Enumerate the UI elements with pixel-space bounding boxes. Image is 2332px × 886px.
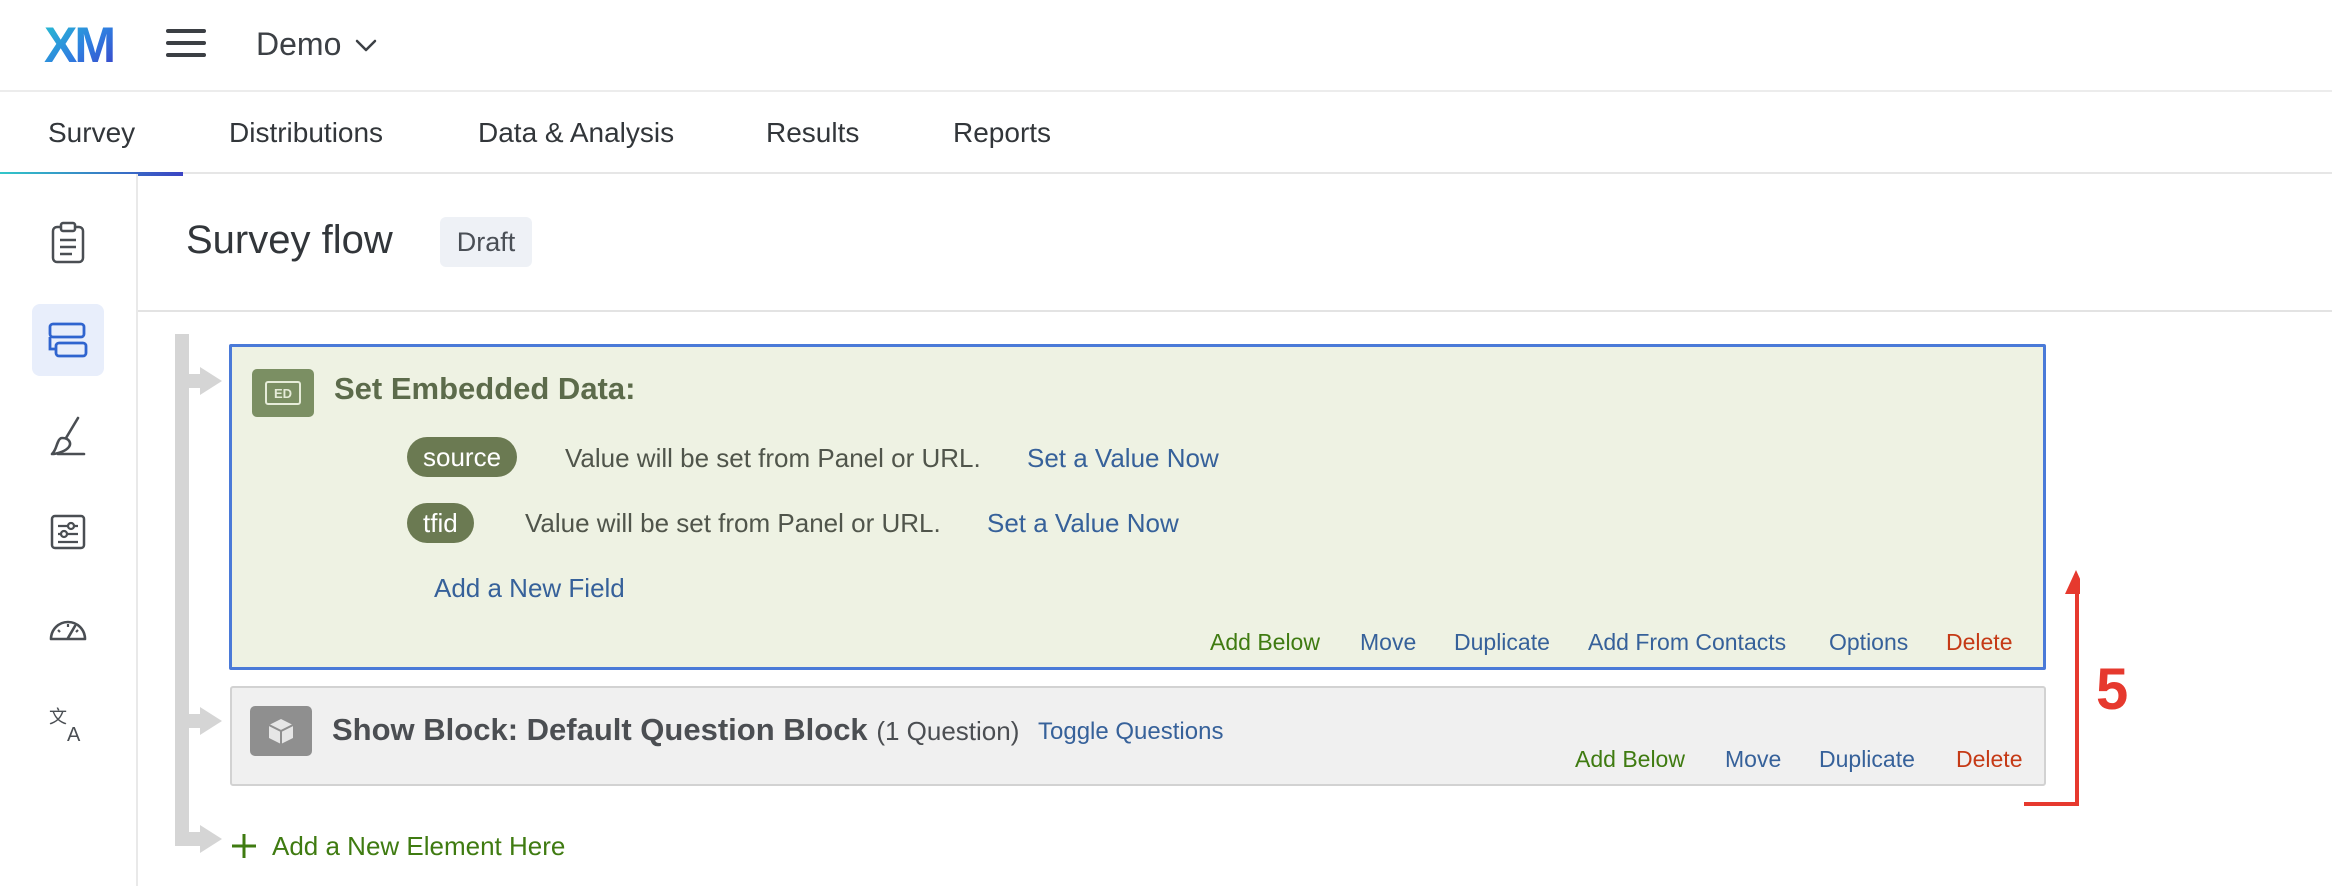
project-name: Demo <box>256 25 342 62</box>
flow-connector-line <box>175 334 189 846</box>
field-name-tfid[interactable]: tfid <box>407 503 474 543</box>
main-tabs: Survey Distributions Data & Analysis Res… <box>0 92 2332 176</box>
rail-survey-flow[interactable] <box>32 304 104 376</box>
show-block[interactable]: Show Block: Default Question Block (1 Qu… <box>230 686 2046 786</box>
add-new-element-label: Add a New Element Here <box>272 830 566 861</box>
cube-icon <box>250 706 312 756</box>
embedded-data-block[interactable]: ED Set Embedded Data: source Value will … <box>229 344 2046 670</box>
set-value-now-link[interactable]: Set a Value Now <box>1027 443 1219 474</box>
xm-logo[interactable]: XM <box>44 18 124 68</box>
set-value-now-link[interactable]: Set a Value Now <box>987 508 1179 539</box>
menu-icon[interactable] <box>166 27 208 59</box>
move-button[interactable]: Move <box>1360 629 1416 656</box>
survey-flow-icon <box>48 322 88 358</box>
add-below-button[interactable]: Add Below <box>1575 746 1685 773</box>
rail-look-and-feel[interactable] <box>32 400 104 472</box>
rail-translate[interactable]: 文 A <box>32 688 104 760</box>
tab-data-analysis[interactable]: Data & Analysis <box>478 92 674 174</box>
plus-icon <box>232 834 256 858</box>
embedded-data-icon: ED <box>252 369 314 417</box>
logo-text: XM <box>44 18 113 68</box>
paintbrush-icon <box>50 416 86 456</box>
top-bar: XM Demo <box>0 0 2332 92</box>
show-block-title: Show Block: Default Question Block (1 Qu… <box>332 712 1019 748</box>
status-badge: Draft <box>440 217 532 267</box>
field-name-source[interactable]: source <box>407 437 518 477</box>
options-button[interactable]: Options <box>1829 629 1908 656</box>
svg-text:A: A <box>67 724 81 745</box>
embedded-data-title: Set Embedded Data: <box>334 371 636 406</box>
add-new-element-button[interactable]: Add a New Element Here <box>230 826 565 866</box>
field-description: Value will be set from Panel or URL. <box>565 443 981 473</box>
flow-arrow-icon <box>200 825 222 853</box>
rail-survey-checker[interactable] <box>32 592 104 664</box>
move-button[interactable]: Move <box>1725 746 1781 773</box>
add-from-contacts-button[interactable]: Add From Contacts <box>1588 629 1786 656</box>
delete-button[interactable]: Delete <box>1956 746 2022 773</box>
tab-results[interactable]: Results <box>766 92 859 174</box>
delete-button[interactable]: Delete <box>1946 629 2012 656</box>
tab-reports[interactable]: Reports <box>953 92 1051 174</box>
annotation-arrow <box>2024 570 2080 806</box>
field-description: Value will be set from Panel or URL. <box>525 508 941 538</box>
tab-survey[interactable]: Survey <box>0 92 184 176</box>
add-new-field-link[interactable]: Add a New Field <box>434 573 625 604</box>
project-selector[interactable]: Demo <box>256 22 377 66</box>
page-title: Survey flow <box>186 218 393 262</box>
header-divider <box>138 310 2332 312</box>
toggle-questions-link[interactable]: Toggle Questions <box>1038 718 1223 746</box>
show-block-name: Show Block: Default Question Block <box>332 712 868 747</box>
gauge-icon <box>49 620 87 641</box>
translate-icon: 文 A <box>49 707 81 745</box>
survey-options-icon <box>50 514 86 550</box>
left-rail: 文 A <box>0 174 138 886</box>
duplicate-button[interactable]: Duplicate <box>1819 746 1915 773</box>
duplicate-button[interactable]: Duplicate <box>1454 629 1550 656</box>
rail-survey-options[interactable] <box>32 496 104 568</box>
flow-arrow-icon <box>200 367 222 395</box>
rail-survey-editor[interactable] <box>32 206 104 278</box>
question-count: (1 Question) <box>876 716 1020 746</box>
add-below-button[interactable]: Add Below <box>1210 629 1320 656</box>
flow-arrow-icon <box>200 707 222 735</box>
tab-distributions[interactable]: Distributions <box>229 92 383 174</box>
svg-text:文: 文 <box>49 707 67 728</box>
annotation-number: 5 <box>2096 657 2129 722</box>
chevron-down-icon <box>356 39 377 52</box>
clipboard-icon <box>51 221 85 264</box>
